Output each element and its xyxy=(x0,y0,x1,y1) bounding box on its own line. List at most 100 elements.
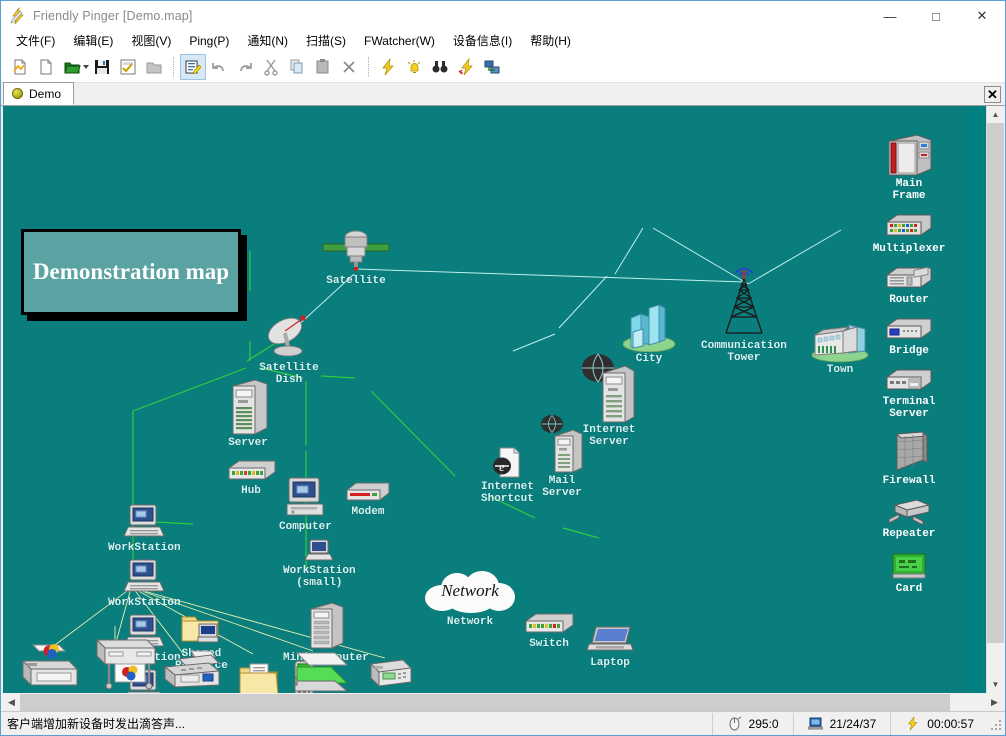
terminal-server-icon xyxy=(886,369,932,390)
legend-bridge-label: Bridge xyxy=(889,345,929,357)
paste-icon[interactable] xyxy=(311,55,335,79)
legend-router[interactable]: Router xyxy=(873,265,945,306)
pencil-star-icon[interactable] xyxy=(454,55,478,79)
bell-icon[interactable] xyxy=(402,55,426,79)
edit-properties-icon[interactable] xyxy=(180,54,206,80)
resize-grip[interactable] xyxy=(988,717,1002,731)
node-workstation-1[interactable]: WorkStation xyxy=(108,503,181,554)
node-internet-shortcut[interactable]: e Internet Shortcut xyxy=(481,446,534,505)
menu-device-info[interactable]: 设备信息(I) xyxy=(444,32,521,51)
map-viewport[interactable]: Demonstration map Satellite Satellite Di… xyxy=(3,106,1003,693)
svg-text:e: e xyxy=(500,459,506,474)
new-map-icon[interactable] xyxy=(8,55,32,79)
vertical-scrollbar[interactable]: ▲ ▼ xyxy=(986,106,1004,693)
legend-terminal-server[interactable]: Terminal Server xyxy=(873,367,945,420)
cut-icon[interactable] xyxy=(259,55,283,79)
scroll-right-arrow-icon[interactable]: ▶ xyxy=(986,693,1003,712)
new-document-icon[interactable] xyxy=(34,55,58,79)
tab-demo[interactable]: Demo xyxy=(3,82,75,105)
toolbar-separator-2 xyxy=(368,57,369,77)
open-folder-icon[interactable] xyxy=(60,55,84,79)
legend-main-frame[interactable]: Main Frame xyxy=(873,133,945,202)
node-laptop-label: Laptop xyxy=(590,657,630,669)
minimize-button[interactable]: — xyxy=(867,1,913,31)
menu-edit[interactable]: 编辑(E) xyxy=(64,32,122,51)
legend-multiplexer[interactable]: Multiplexer xyxy=(873,212,945,255)
node-modem[interactable]: Modem xyxy=(343,481,393,518)
binoculars-icon[interactable] xyxy=(428,55,452,79)
menu-help[interactable]: 帮助(H) xyxy=(521,32,580,51)
node-fax-copier[interactable] xyxy=(159,649,221,693)
redo-icon[interactable] xyxy=(233,55,257,79)
horizontal-scrollbar[interactable]: ◀ ▶ xyxy=(3,693,1003,712)
delete-icon[interactable] xyxy=(337,55,361,79)
node-fax-machine[interactable] xyxy=(365,654,413,692)
legend-bridge[interactable]: Bridge xyxy=(873,316,945,357)
cloud-icon: Network xyxy=(421,569,519,615)
desktop-computer-icon xyxy=(286,477,324,516)
node-hub[interactable]: Hub xyxy=(223,458,279,497)
node-satellite-dish[interactable]: Satellite Dish xyxy=(258,313,320,386)
scroll-down-arrow-icon[interactable]: ▼ xyxy=(987,676,1004,693)
menu-fwatcher[interactable]: FWatcher(W) xyxy=(355,32,444,51)
legend-repeater[interactable]: Repeater xyxy=(873,497,945,540)
copy-icon[interactable] xyxy=(285,55,309,79)
network-map-canvas[interactable]: Demonstration map Satellite Satellite Di… xyxy=(3,106,969,693)
node-mail-server[interactable]: Mail Server xyxy=(539,412,585,499)
node-workstation-small[interactable]: WorkStation (small) xyxy=(283,538,356,589)
node-scanner[interactable] xyxy=(291,649,351,693)
close-button[interactable]: ✕ xyxy=(959,1,1005,31)
node-printer[interactable] xyxy=(19,643,81,691)
legend-main-frame-label: Main Frame xyxy=(892,178,926,202)
node-city[interactable]: City xyxy=(619,304,679,365)
maximize-button[interactable]: □ xyxy=(913,1,959,31)
scroll-up-arrow-icon[interactable]: ▲ xyxy=(987,106,1004,123)
menu-file[interactable]: 文件(F) xyxy=(7,32,64,51)
color-printer-icon xyxy=(21,644,79,687)
bridge-icon xyxy=(886,318,932,339)
node-plotter[interactable] xyxy=(89,636,159,692)
node-mail-server-label: Mail Server xyxy=(542,475,582,499)
vertical-scroll-thumb[interactable] xyxy=(987,123,1004,643)
save-icon[interactable] xyxy=(90,55,114,79)
router-icon xyxy=(886,266,932,288)
node-workstation-2[interactable]: WorkStation xyxy=(108,558,181,609)
status-message: 客户端增加新设备时发出滴答声... xyxy=(7,717,186,731)
menu-notify[interactable]: 通知(N) xyxy=(238,32,297,51)
node-folder[interactable] xyxy=(237,662,281,693)
horizontal-scroll-thumb[interactable] xyxy=(20,694,950,711)
node-town[interactable]: Town xyxy=(809,321,871,376)
satellite-icon xyxy=(322,230,390,272)
undo-icon[interactable] xyxy=(207,55,231,79)
node-satellite[interactable]: Satellite xyxy=(319,228,393,287)
node-server[interactable]: Server xyxy=(225,378,271,449)
lightning-icon[interactable] xyxy=(376,55,400,79)
legend-firewall[interactable]: Firewall xyxy=(873,430,945,487)
status-elapsed-cell: 00:00:57 xyxy=(890,712,988,735)
node-network[interactable]: Network Network xyxy=(421,569,519,628)
node-internet-server-label: Internet Server xyxy=(582,424,636,448)
save-check-icon[interactable] xyxy=(116,55,140,79)
hub-icon xyxy=(228,460,276,480)
node-internet-server[interactable]: Internet Server xyxy=(581,351,637,448)
tab-close-button[interactable]: ✕ xyxy=(984,86,1001,103)
node-laptop[interactable]: Laptop xyxy=(585,624,635,669)
node-modem-label: Modem xyxy=(351,506,385,518)
node-switch[interactable]: Switch xyxy=(521,611,577,650)
node-network-label: Network xyxy=(446,616,494,628)
folder-icon xyxy=(239,663,279,693)
menu-ping[interactable]: Ping(P) xyxy=(180,32,238,51)
device-legend-palette: Main Frame Multiplexer Router Bridge Ter… xyxy=(873,106,945,693)
menu-view[interactable]: 视图(V) xyxy=(122,32,180,51)
menu-scan[interactable]: 扫描(S) xyxy=(297,32,355,51)
plotter-icon xyxy=(95,638,157,690)
node-satellite-label: Satellite xyxy=(326,275,386,287)
network-scan-icon[interactable] xyxy=(480,55,504,79)
legend-card[interactable]: Card xyxy=(873,550,945,595)
node-communication-tower[interactable]: Communication Tower xyxy=(701,261,787,364)
scroll-left-arrow-icon[interactable]: ◀ xyxy=(3,693,20,712)
folder-closed-icon xyxy=(142,55,166,79)
node-computer[interactable]: Computer xyxy=(279,476,332,533)
workstation-small-icon xyxy=(304,539,335,561)
legend-router-label: Router xyxy=(889,294,929,306)
